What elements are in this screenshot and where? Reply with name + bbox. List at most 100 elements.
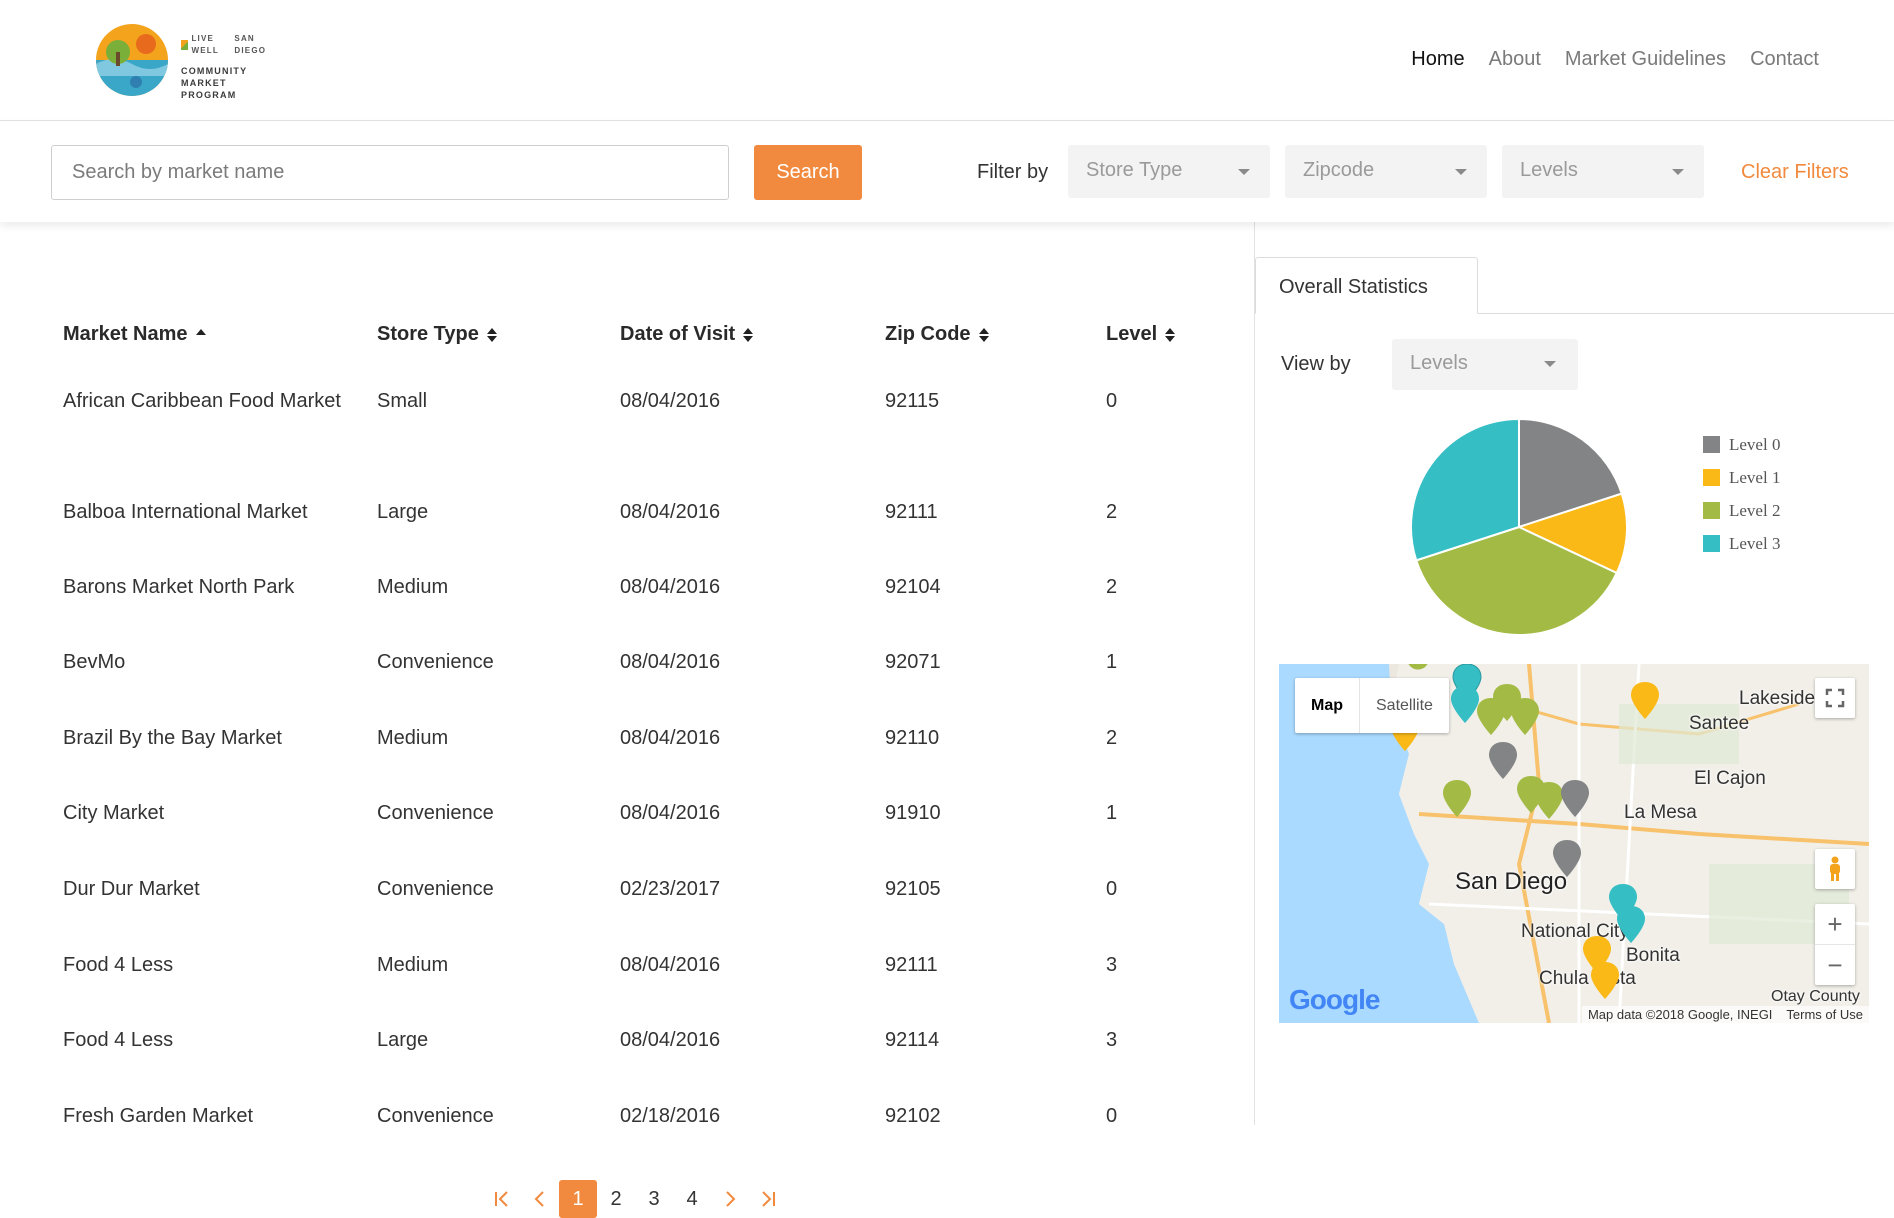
cell-zip: 91910 xyxy=(885,802,941,824)
cell-store-type: Medium xyxy=(377,727,449,749)
pie-legend: Level 0 Level 1 Level 2 Level 3 xyxy=(1703,428,1780,560)
next-page-icon[interactable] xyxy=(711,1180,749,1218)
tab-overall-statistics[interactable]: Overall Statistics xyxy=(1255,257,1478,314)
page-2[interactable]: 2 xyxy=(597,1180,635,1218)
prev-page-icon[interactable] xyxy=(521,1180,559,1218)
zipcode-value: Zipcode xyxy=(1303,159,1375,181)
caret-down-icon xyxy=(1455,169,1467,175)
nav-home[interactable]: Home xyxy=(1411,48,1464,71)
page-4[interactable]: 4 xyxy=(673,1180,711,1218)
legend-swatch xyxy=(1703,535,1720,552)
zipcode-dropdown[interactable]: Zipcode xyxy=(1285,145,1487,198)
cell-market-name: BevMo xyxy=(63,651,126,673)
markets-map[interactable]: Lakeside Santee El Cajon La Mesa San Die… xyxy=(1279,664,1869,1023)
sort-asc-icon xyxy=(195,328,206,335)
legend-item: Level 3 xyxy=(1703,527,1780,560)
map-pin-icon[interactable] xyxy=(1631,682,1659,719)
store-type-dropdown[interactable]: Store Type xyxy=(1068,145,1270,198)
main-nav: Home About Market Guidelines Contact xyxy=(1411,48,1819,71)
cell-level: 2 xyxy=(1106,576,1118,598)
map-pin-icon[interactable] xyxy=(1407,664,1429,670)
cell-market-name: Dur Dur Market xyxy=(63,878,200,900)
map-pin-icon[interactable] xyxy=(1561,780,1589,817)
col-market-name[interactable]: Market Name xyxy=(63,323,348,346)
zoom-out-icon[interactable]: − xyxy=(1815,945,1855,985)
map-pin-icon[interactable] xyxy=(1553,840,1581,877)
fullscreen-icon[interactable] xyxy=(1815,678,1855,718)
zoom-in-icon[interactable]: + xyxy=(1815,904,1855,944)
nav-contact[interactable]: Contact xyxy=(1750,48,1819,71)
map-pin-icon[interactable] xyxy=(1511,698,1539,735)
cell-market-name: Food 4 Less xyxy=(63,1029,174,1051)
cell-market-name: Barons Market North Park xyxy=(63,576,295,598)
search-input[interactable] xyxy=(51,145,729,200)
clear-filters-link[interactable]: Clear Filters xyxy=(1741,161,1849,184)
sort-icon xyxy=(743,327,754,343)
caret-down-icon xyxy=(1544,361,1556,367)
cell-zip: 92110 xyxy=(885,727,940,749)
store-type-value: Store Type xyxy=(1086,159,1183,181)
map-pin-icon[interactable] xyxy=(1451,686,1479,723)
map-type-map[interactable]: Map xyxy=(1295,678,1360,733)
col-zip-label: Zip Code xyxy=(885,323,971,345)
cell-market-name: Balboa International Market xyxy=(63,501,308,523)
levels-dropdown[interactable]: Levels xyxy=(1502,145,1704,198)
site-header: LIVE WELL SAN DIEGO COMMUNITY MARKET PRO… xyxy=(0,0,1894,121)
legend-label: Level 3 xyxy=(1729,533,1781,553)
col-level[interactable]: Level xyxy=(1106,323,1176,346)
col-date-of-visit[interactable]: Date of Visit xyxy=(620,323,754,346)
cell-store-type: Convenience xyxy=(377,1105,494,1127)
col-store-type[interactable]: Store Type xyxy=(377,323,497,346)
livewell-icon xyxy=(181,40,189,50)
cell-market-name: City Market xyxy=(63,802,165,824)
caret-down-icon xyxy=(1238,169,1250,175)
map-type-satellite[interactable]: Satellite xyxy=(1360,678,1449,733)
cell-store-type: Large xyxy=(377,1029,429,1051)
first-page-icon[interactable] xyxy=(483,1180,521,1218)
search-button[interactable]: Search xyxy=(754,145,862,200)
table-header: Market Name Store Type Date of Visit Zip… xyxy=(63,323,1213,353)
col-store-type-label: Store Type xyxy=(377,323,479,345)
cell-date: 08/04/2016 xyxy=(620,390,721,412)
cell-zip: 92105 xyxy=(885,878,941,900)
map-pin-icon[interactable] xyxy=(1477,698,1505,735)
cell-date: 08/04/2016 xyxy=(620,802,721,824)
page-3[interactable]: 3 xyxy=(635,1180,673,1218)
panel-divider xyxy=(1254,222,1255,1125)
cell-date: 08/04/2016 xyxy=(620,651,721,673)
col-zip-code[interactable]: Zip Code xyxy=(885,323,989,346)
google-logo[interactable]: Google xyxy=(1289,984,1380,1016)
last-page-icon[interactable] xyxy=(749,1180,787,1218)
map-pin-icon[interactable] xyxy=(1591,962,1619,999)
cell-store-type: Small xyxy=(377,390,428,412)
map-attribution: Map data ©2018 Google, INEGI Terms of Us… xyxy=(1581,1006,1869,1023)
logo-brand-sub: SAN DIEGO xyxy=(234,34,267,55)
view-by-dropdown[interactable]: Levels xyxy=(1392,339,1578,390)
zoom-control: + − xyxy=(1815,904,1855,985)
terms-of-use-link[interactable]: Terms of Use xyxy=(1786,1007,1863,1022)
logo-emblem xyxy=(96,24,168,96)
page-1[interactable]: 1 xyxy=(559,1180,597,1218)
legend-item: Level 2 xyxy=(1703,494,1780,527)
view-by-value: Levels xyxy=(1410,352,1468,374)
map-pin-icon[interactable] xyxy=(1443,780,1471,817)
nav-about[interactable]: About xyxy=(1489,48,1541,71)
pagination: 1 2 3 4 xyxy=(483,1180,787,1218)
map-pin-icon[interactable] xyxy=(1535,782,1563,819)
map-data-text: Map data ©2018 Google, INEGI xyxy=(1587,1007,1773,1022)
pegman-icon[interactable] xyxy=(1815,849,1855,889)
cell-store-type: Large xyxy=(377,501,429,523)
cell-date: 02/23/2017 xyxy=(620,878,721,900)
cell-store-type: Convenience xyxy=(377,878,494,900)
site-logo[interactable]: LIVE WELL SAN DIEGO COMMUNITY MARKET PRO… xyxy=(96,24,276,100)
filter-by-label: Filter by xyxy=(977,161,1049,183)
map-pin-icon[interactable] xyxy=(1489,742,1517,779)
map-pin-icon[interactable] xyxy=(1617,906,1645,943)
nav-market-guidelines[interactable]: Market Guidelines xyxy=(1565,48,1726,71)
cell-level: 3 xyxy=(1106,954,1118,976)
logo-text: LIVE WELL SAN DIEGO COMMUNITY MARKET PRO… xyxy=(181,33,276,101)
legend-label: Level 1 xyxy=(1729,467,1781,487)
cell-store-type: Convenience xyxy=(377,651,494,673)
col-date-label: Date of Visit xyxy=(620,323,736,345)
cell-zip: 92114 xyxy=(885,1029,940,1051)
